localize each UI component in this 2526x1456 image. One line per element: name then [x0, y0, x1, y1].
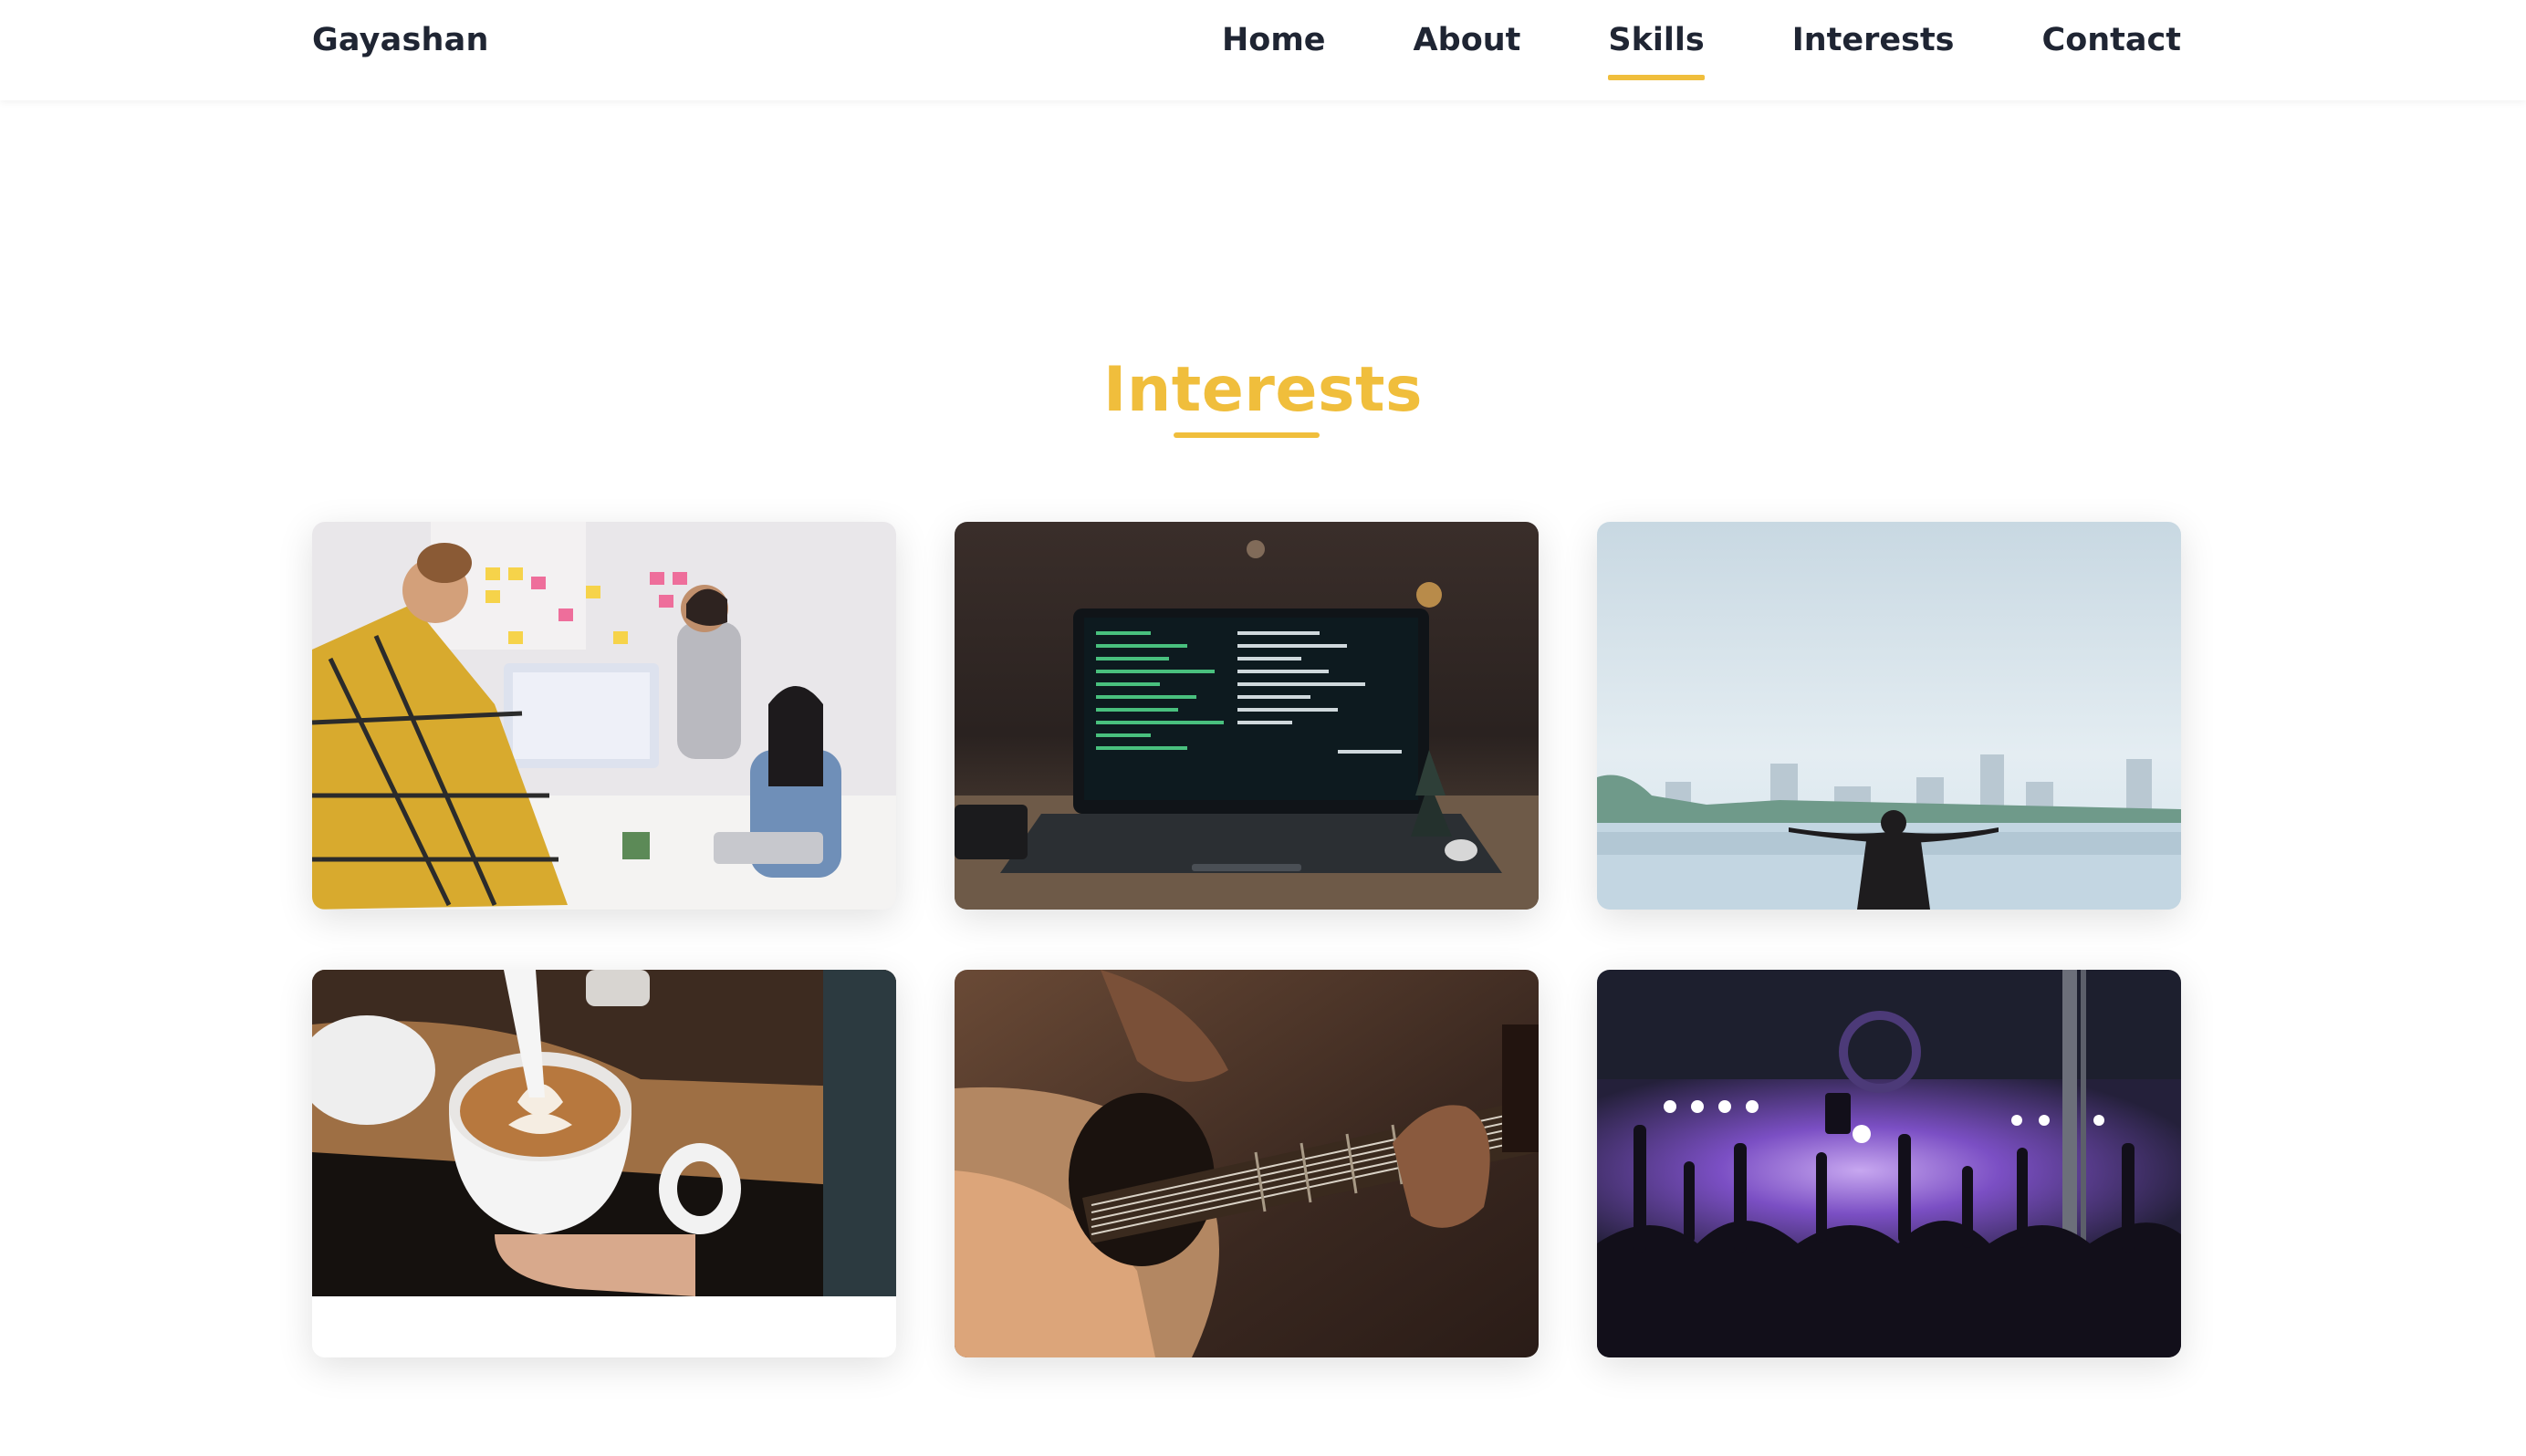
- brand-logo[interactable]: Gayashan: [312, 22, 489, 58]
- nav-link-interests[interactable]: Interests: [1792, 22, 1955, 58]
- latte-art-image: [312, 970, 896, 1357]
- lake-city-image: [1597, 522, 2181, 910]
- interest-card-acoustic-guitar[interactable]: [955, 970, 1539, 1357]
- navbar: Gayashan Home About Skills Interests Con…: [0, 0, 2526, 100]
- nav-link-contact[interactable]: Contact: [2042, 22, 2181, 58]
- team-meeting-image: [312, 522, 896, 910]
- nav-links: Home About Skills Interests Contact: [1134, 22, 2181, 80]
- interest-card-lake-city[interactable]: [1597, 522, 2181, 910]
- nav-link-about[interactable]: About: [1414, 22, 1521, 58]
- concert-crowd-image: [1597, 970, 2181, 1357]
- section-title: Interests: [1103, 354, 1423, 426]
- nav-link-home[interactable]: Home: [1222, 22, 1326, 58]
- interest-card-latte-art[interactable]: [312, 970, 896, 1357]
- interest-card-concert-crowd[interactable]: [1597, 970, 2181, 1357]
- title-underline: [1174, 432, 1320, 438]
- nav-link-skills[interactable]: Skills: [1608, 22, 1706, 80]
- interest-card-team-meeting[interactable]: [312, 522, 896, 910]
- interest-card-laptop-code[interactable]: [955, 522, 1539, 910]
- laptop-code-image: [955, 522, 1539, 910]
- acoustic-guitar-image: [955, 970, 1539, 1357]
